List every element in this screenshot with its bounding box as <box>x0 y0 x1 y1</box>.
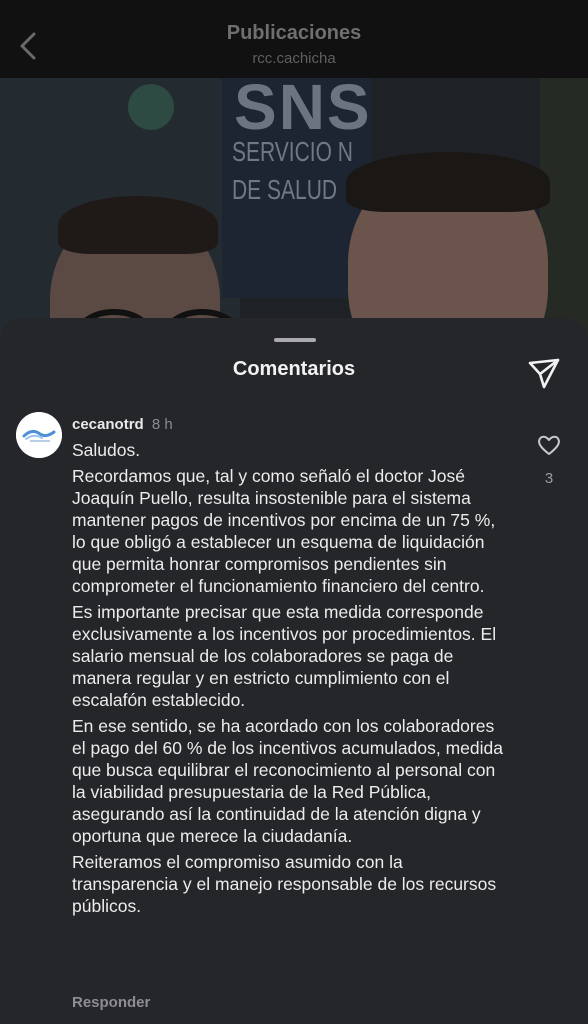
share-button[interactable] <box>526 356 562 392</box>
comment-paragraph: En ese sentido, se ha acordado con los c… <box>72 716 503 846</box>
sign-text-line1: SERVICIO N <box>232 136 353 167</box>
sign-text-large: SNS <box>234 78 372 143</box>
comment-timestamp: 8 h <box>151 416 173 433</box>
comment-paragraph: Es importante precisar que esta medida c… <box>72 602 497 710</box>
screen: Publicaciones rcc.cachicha SNS SERVICIO … <box>0 0 588 1024</box>
sign-text-line2: DE SALUD <box>232 174 338 205</box>
page-title: Publicaciones <box>226 22 362 44</box>
paper-plane-icon <box>528 358 560 389</box>
cecanot-logo-icon <box>16 412 62 458</box>
comment-paragraph: Reiteramos el compromiso asumido con la … <box>72 852 497 916</box>
person-left-hair <box>58 196 218 254</box>
comment-text: Saludos. Recordamos que, tal y como seña… <box>72 439 512 921</box>
top-bar: Publicaciones rcc.cachicha <box>0 0 588 78</box>
reply-button[interactable]: Responder <box>72 994 150 1011</box>
like-button[interactable] <box>536 432 562 458</box>
comment-header: cecanotrd 8 h <box>72 416 173 433</box>
sign-logo <box>128 84 174 130</box>
post-photo[interactable]: SNS SERVICIO N DE SALUD <box>0 78 588 338</box>
person-right-hair <box>346 152 550 212</box>
heart-icon <box>538 435 560 455</box>
comment-paragraph: Recordamos que, tal y como señaló el doc… <box>72 466 496 596</box>
comments-title: Comentarios <box>232 358 356 380</box>
drag-handle[interactable] <box>274 338 316 342</box>
like-count: 3 <box>544 470 554 487</box>
comments-sheet: Comentarios cecanotrd 8 h Saludos. Recor… <box>0 318 588 1024</box>
account-username[interactable]: rcc.cachicha <box>0 50 588 67</box>
comment-username[interactable]: cecanotrd <box>72 416 144 433</box>
avatar[interactable] <box>16 412 62 458</box>
comment-paragraph: Saludos. <box>72 440 141 460</box>
